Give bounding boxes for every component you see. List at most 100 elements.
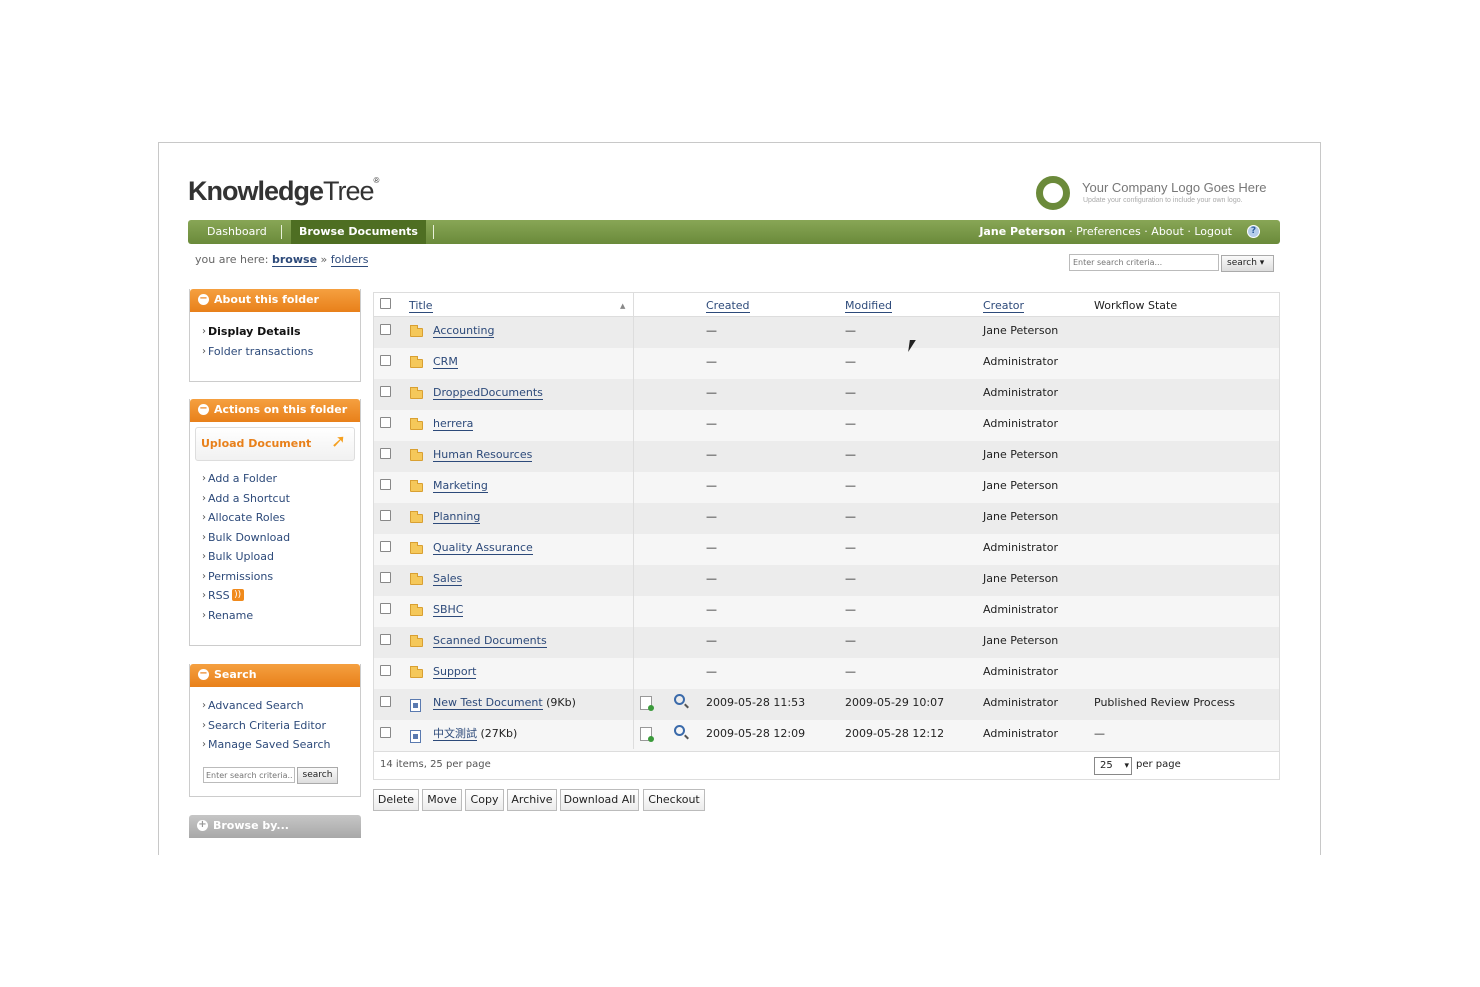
table-row[interactable]: Accounting — — Jane Peterson [374, 317, 1279, 348]
row-checkbox[interactable] [380, 417, 391, 428]
rss-link[interactable]: RSS)) [190, 586, 360, 606]
table-row[interactable]: Planning — — Jane Peterson [374, 503, 1279, 534]
item-title-link[interactable]: Support [433, 665, 477, 679]
collapse-icon[interactable]: − [198, 294, 209, 305]
table-row[interactable]: Quality Assurance — — Administrator [374, 534, 1279, 565]
row-checkbox[interactable] [380, 603, 391, 614]
rename-link[interactable]: Rename [190, 606, 360, 626]
per-page-select[interactable]: 25 [1094, 757, 1132, 775]
item-title-link[interactable]: Planning [433, 510, 481, 524]
item-title-link[interactable]: Marketing [433, 479, 488, 493]
item-title-link[interactable]: Quality Assurance [433, 541, 533, 555]
row-checkbox[interactable] [380, 572, 391, 583]
about-folder-header[interactable]: − About this folder [190, 289, 360, 312]
knowledgetree-logo[interactable]: KnowledgeTree® [188, 176, 379, 207]
search-criteria-editor-link[interactable]: Search Criteria Editor [190, 716, 360, 736]
row-checkbox[interactable] [380, 696, 391, 707]
add-shortcut-link[interactable]: Add a Shortcut [190, 489, 360, 509]
browse-by-header[interactable]: + Browse by... [189, 815, 361, 838]
item-title-link[interactable]: Accounting [433, 324, 495, 338]
download-icon[interactable] [640, 727, 654, 742]
nav-dashboard[interactable]: Dashboard [199, 220, 275, 244]
row-checkbox[interactable] [380, 479, 391, 490]
modified-cell: — [845, 634, 856, 647]
bulk-upload-link[interactable]: Bulk Upload [190, 547, 360, 567]
checkout-button[interactable]: Checkout [643, 789, 705, 811]
column-modified[interactable]: Modified [845, 293, 892, 317]
table-row[interactable]: CRM — — Administrator [374, 348, 1279, 379]
breadcrumb-folders[interactable]: folders [330, 253, 369, 267]
item-title-link[interactable]: New Test Document [433, 696, 543, 710]
table-row[interactable]: Support — — Administrator [374, 658, 1279, 689]
table-row[interactable]: Scanned Documents — — Jane Peterson [374, 627, 1279, 658]
sidebar-search-input[interactable] [203, 767, 295, 783]
item-title-link[interactable]: 中文測試 [433, 727, 477, 741]
display-details-link[interactable]: Display Details [190, 322, 360, 342]
logout-link[interactable]: Logout [1194, 225, 1232, 238]
delete-button[interactable]: Delete [373, 789, 419, 811]
table-row[interactable]: Marketing — — Jane Peterson [374, 472, 1279, 503]
select-all-checkbox[interactable] [380, 298, 391, 309]
nav-browse-documents[interactable]: Browse Documents [291, 220, 426, 244]
upload-document-button[interactable]: Upload Document ➚ [195, 427, 355, 461]
row-checkbox[interactable] [380, 665, 391, 676]
permissions-link[interactable]: Permissions [190, 567, 360, 587]
bulk-download-link[interactable]: Bulk Download [190, 528, 360, 548]
sort-ascending-icon[interactable]: ▲ [620, 293, 625, 317]
item-title-link[interactable]: SBHC [433, 603, 464, 617]
creator-cell: Administrator [983, 665, 1058, 678]
column-title[interactable]: Title [409, 293, 433, 317]
user-name[interactable]: Jane Peterson [979, 225, 1065, 238]
table-row[interactable]: 中文測試 (27Kb) 2009-05-28 12:09 2009-05-28 12… [374, 720, 1279, 751]
help-icon[interactable]: ? [1247, 225, 1260, 238]
table-row[interactable]: New Test Document (9Kb) 2009-05-28 11:53 2… [374, 689, 1279, 720]
row-checkbox[interactable] [380, 448, 391, 459]
copy-button[interactable]: Copy [465, 789, 504, 811]
table-row[interactable]: Human Resources — — Jane Peterson [374, 441, 1279, 472]
folder-transactions-link[interactable]: Folder transactions [190, 342, 360, 362]
item-title-link[interactable]: Scanned Documents [433, 634, 547, 648]
search-header[interactable]: − Search [190, 664, 360, 687]
download-all-button[interactable]: Download All [560, 789, 639, 811]
allocate-roles-link[interactable]: Allocate Roles [190, 508, 360, 528]
row-checkbox[interactable] [380, 510, 391, 521]
table-row[interactable]: Sales — — Jane Peterson [374, 565, 1279, 596]
collapse-icon[interactable]: − [198, 669, 209, 680]
rss-icon[interactable]: )) [231, 589, 244, 601]
manage-saved-search-link[interactable]: Manage Saved Search [190, 735, 360, 755]
move-button[interactable]: Move [422, 789, 462, 811]
preview-icon[interactable] [674, 694, 685, 705]
top-search-button[interactable]: search ▾ [1221, 255, 1274, 272]
row-checkbox[interactable] [380, 727, 391, 738]
advanced-search-link[interactable]: Advanced Search [190, 696, 360, 716]
breadcrumb-browse[interactable]: browse [272, 253, 318, 267]
item-title-link[interactable]: Sales [433, 572, 463, 586]
table-row[interactable]: DroppedDocuments — — Administrator [374, 379, 1279, 410]
archive-button[interactable]: Archive [507, 789, 557, 811]
about-link[interactable]: About [1151, 225, 1184, 238]
row-checkbox[interactable] [380, 386, 391, 397]
preferences-link[interactable]: Preferences [1076, 225, 1141, 238]
row-checkbox[interactable] [380, 541, 391, 552]
top-search-input[interactable] [1069, 254, 1219, 271]
row-checkbox[interactable] [380, 355, 391, 366]
table-row[interactable]: SBHC — — Administrator [374, 596, 1279, 627]
download-icon[interactable] [640, 696, 654, 711]
add-folder-link[interactable]: Add a Folder [190, 469, 360, 489]
collapse-icon[interactable]: − [198, 404, 209, 415]
folder-actions-header[interactable]: − Actions on this folder [190, 399, 360, 422]
preview-icon[interactable] [674, 725, 685, 736]
item-title-link[interactable]: CRM [433, 355, 458, 369]
sidebar-search-button[interactable]: search [297, 767, 338, 784]
item-title-link[interactable]: Human Resources [433, 448, 533, 462]
column-creator[interactable]: Creator [983, 293, 1025, 317]
expand-icon[interactable]: + [197, 820, 208, 831]
table-row[interactable]: herrera — — Administrator [374, 410, 1279, 441]
item-title-link[interactable]: herrera [433, 417, 474, 431]
row-checkbox[interactable] [380, 324, 391, 335]
item-title-link[interactable]: DroppedDocuments [433, 386, 543, 400]
column-created[interactable]: Created [706, 293, 750, 317]
row-checkbox[interactable] [380, 634, 391, 645]
created-cell: — [706, 479, 717, 492]
created-cell: — [706, 324, 717, 337]
